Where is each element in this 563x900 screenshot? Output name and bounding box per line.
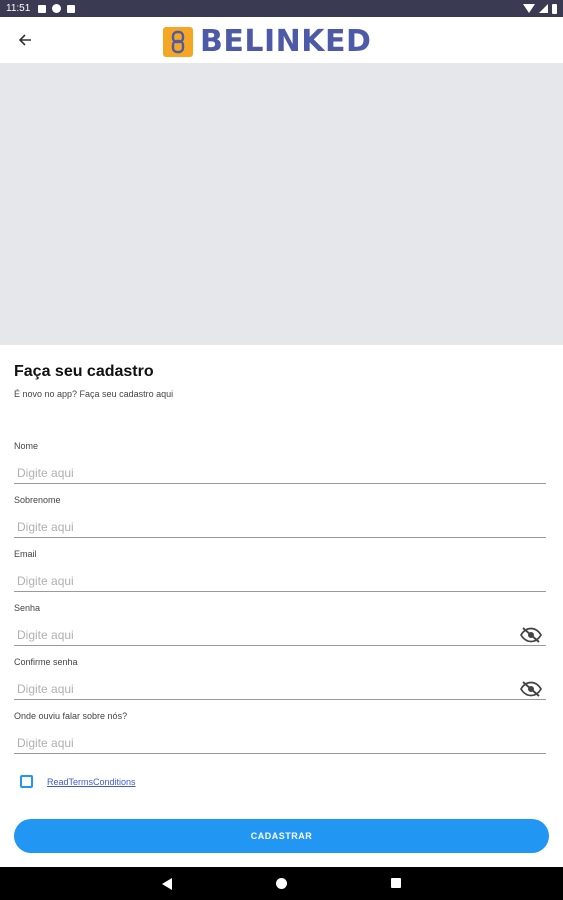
nav-back-icon[interactable] <box>162 878 172 890</box>
status-time: 11:51 <box>6 3 31 14</box>
terms-link[interactable]: ReadTermsConditions <box>47 777 136 787</box>
terms-checkbox[interactable] <box>20 775 33 788</box>
confirm-password-input[interactable] <box>14 678 546 700</box>
status-right <box>523 3 557 14</box>
notification-icon <box>38 4 47 13</box>
app-bar: BELINKED <box>0 17 563 63</box>
password-input[interactable] <box>14 624 546 646</box>
terms-row: ReadTermsConditions <box>20 775 136 788</box>
page-title: Faça seu cadastro <box>14 363 154 380</box>
status-bar: 11:51 <box>0 0 563 17</box>
name-label: Nome <box>14 441 39 451</box>
eye-off-icon[interactable] <box>520 627 542 643</box>
logo-mark-icon <box>163 26 193 57</box>
app-logo: BELINKED <box>163 24 371 59</box>
name-input[interactable] <box>14 462 546 484</box>
referral-label: Onde ouviu falar sobre nós? <box>14 711 128 721</box>
battery-icon <box>552 3 557 14</box>
nav-home-icon[interactable] <box>276 878 287 889</box>
back-button[interactable] <box>15 30 35 50</box>
logo-text: BELINKED <box>200 24 372 59</box>
sd-card-icon <box>67 4 76 13</box>
app-icon <box>52 4 62 13</box>
page-subtitle: É novo no app? Faça seu cadastro aqui <box>14 389 174 399</box>
arrow-back-icon <box>18 34 31 46</box>
wifi-icon <box>523 4 535 13</box>
system-nav-bar <box>0 867 563 900</box>
banner-placeholder <box>0 63 563 345</box>
email-input[interactable] <box>14 570 546 592</box>
nav-recents-icon[interactable] <box>391 878 401 888</box>
eye-off-icon[interactable] <box>520 681 542 697</box>
referral-input[interactable] <box>14 732 546 754</box>
password-label: Senha <box>14 603 41 613</box>
confirm-password-label: Confirme senha <box>14 657 78 667</box>
signal-icon <box>539 4 548 13</box>
submit-button[interactable]: CADASTRAR <box>14 819 549 853</box>
surname-input[interactable] <box>14 516 546 538</box>
surname-label: Sobrenome <box>14 495 61 505</box>
email-label: Email <box>14 549 37 559</box>
